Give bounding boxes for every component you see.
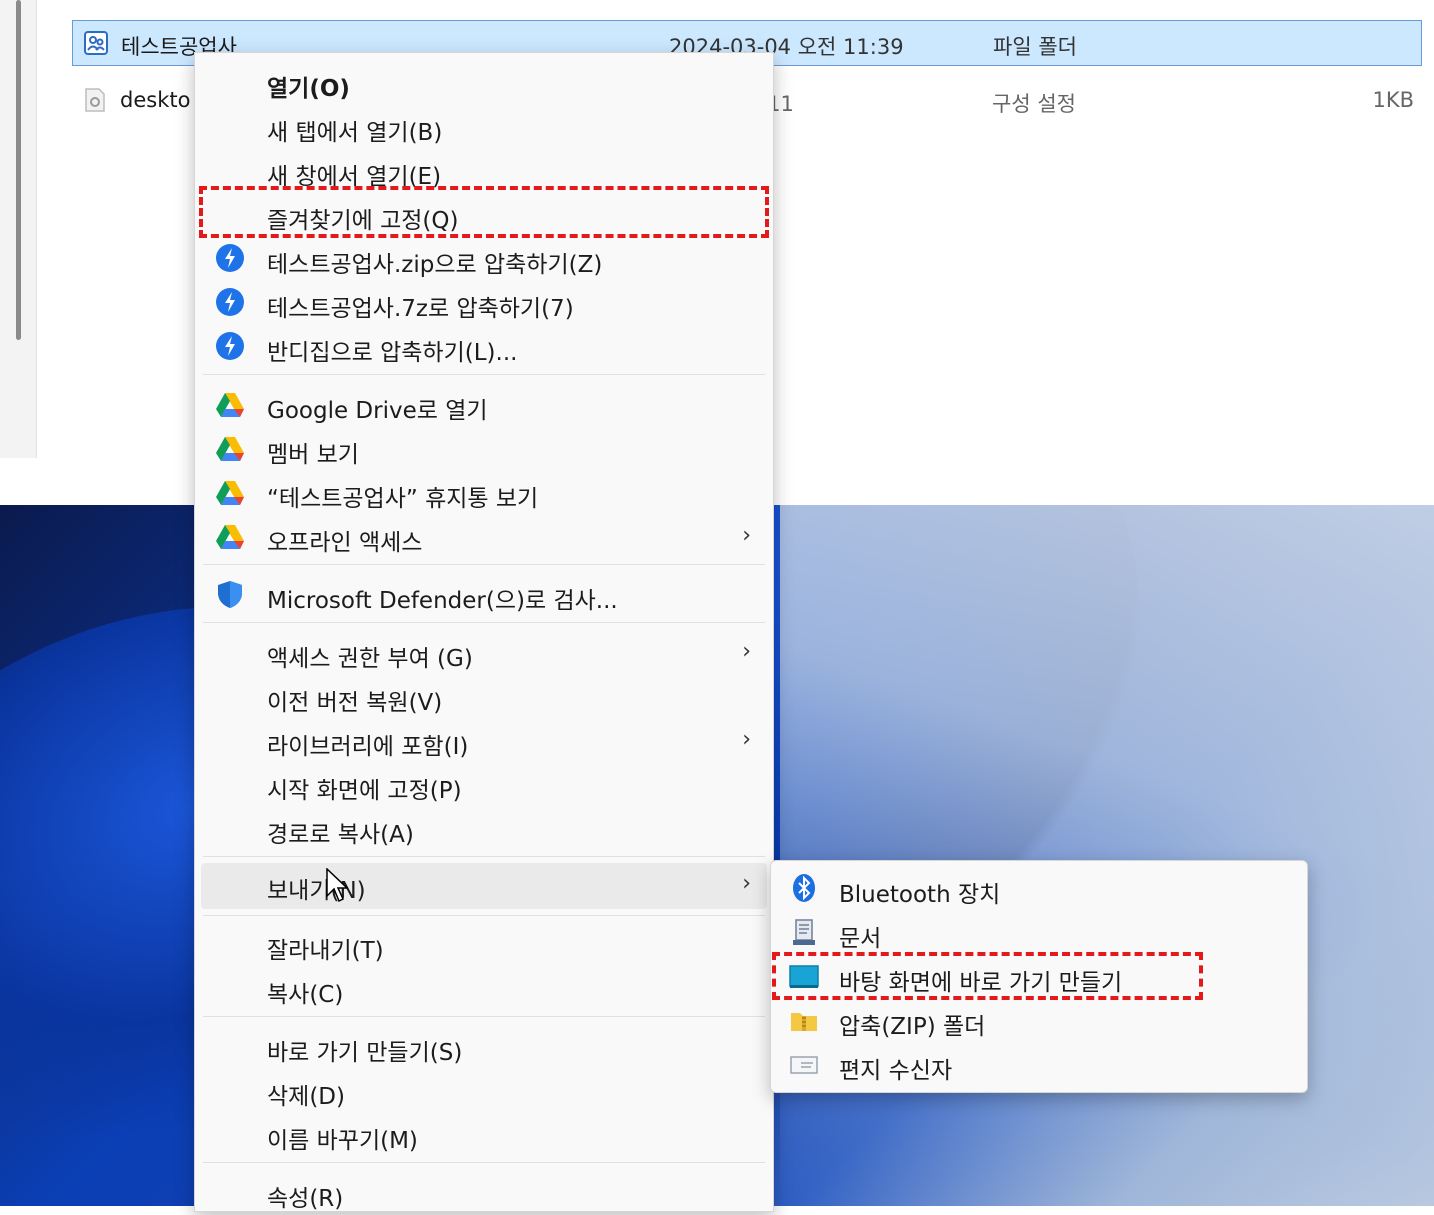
send-to-zip-folder[interactable]: 압축(ZIP) 폴더	[777, 999, 1301, 1043]
menu-item-zip-compress[interactable]: 테스트공업사.zip으로 압축하기(Z)	[201, 237, 767, 281]
menu-item-label: 이름 바꾸기(M)	[267, 1128, 418, 1154]
menu-item-pin-start[interactable]: 시작 화면에 고정(P)	[201, 763, 767, 807]
google-drive-icon	[216, 393, 244, 417]
menu-item-label: 반디집으로 압축하기(L)...	[267, 340, 518, 366]
menu-item-label: 열기(O)	[267, 76, 350, 102]
menu-item-label: 오프라인 액세스	[267, 530, 423, 556]
highlight-box-pin	[199, 186, 769, 238]
google-drive-icon	[216, 525, 244, 549]
menu-item-gdrive-members[interactable]: 멤버 보기	[201, 427, 767, 471]
file-name: deskto	[120, 88, 191, 112]
bluetooth-icon	[793, 874, 815, 902]
menu-item-create-shortcut[interactable]: 바로 가기 만들기(S)	[201, 1025, 767, 1069]
menu-item-7z-compress[interactable]: 테스트공업사.7z로 압축하기(7)	[201, 281, 767, 325]
zip-folder-icon	[791, 1013, 817, 1031]
google-drive-icon	[216, 481, 244, 505]
menu-item-label: 복사(C)	[267, 982, 344, 1008]
file-size: 1KB	[1372, 88, 1414, 112]
menu-separator	[203, 564, 765, 565]
menu-item-open[interactable]: 열기(O)	[201, 61, 767, 105]
submenu-item-label: 편지 수신자	[839, 1058, 953, 1084]
menu-item-label: Google Drive로 열기	[267, 398, 488, 424]
submenu-item-label: Bluetooth 장치	[839, 882, 1001, 908]
menu-item-include-library[interactable]: 라이브러리에 포함(I) ›	[201, 719, 767, 763]
menu-item-properties[interactable]: 속성(R)	[201, 1171, 767, 1215]
menu-item-gdrive-trash[interactable]: “테스트공업사” 휴지통 보기	[201, 471, 767, 515]
menu-item-label: 테스트공업사.7z로 압축하기(7)	[267, 296, 574, 322]
chevron-right-icon: ›	[742, 871, 751, 896]
menu-item-label: 삭제(D)	[267, 1084, 345, 1110]
chevron-right-icon: ›	[742, 727, 751, 752]
google-drive-icon	[216, 437, 244, 461]
menu-item-label: Microsoft Defender(으)로 검사...	[267, 588, 618, 614]
menu-separator	[203, 374, 765, 375]
menu-item-copy-path[interactable]: 경로로 복사(A)	[201, 807, 767, 851]
menu-item-copy[interactable]: 복사(C)	[201, 967, 767, 1011]
menu-separator	[203, 856, 765, 857]
menu-item-label: “테스트공업사” 휴지통 보기	[267, 486, 539, 512]
menu-item-gdrive-offline[interactable]: 오프라인 액세스 ›	[201, 515, 767, 559]
menu-item-open-new-tab[interactable]: 새 탭에서 열기(B)	[201, 105, 767, 149]
mouse-cursor-icon	[326, 868, 348, 903]
bandizip-icon	[216, 288, 244, 316]
menu-item-bandizip-compress[interactable]: 반디집으로 압축하기(L)...	[201, 325, 767, 369]
menu-separator	[203, 622, 765, 623]
mail-icon	[790, 1056, 818, 1074]
menu-item-label: 속성(R)	[267, 1186, 344, 1212]
menu-separator	[203, 1162, 765, 1163]
menu-item-cut[interactable]: 잘라내기(T)	[201, 923, 767, 967]
menu-item-label: 바로 가기 만들기(S)	[267, 1040, 463, 1066]
submenu-item-label: 압축(ZIP) 폴더	[839, 1014, 986, 1040]
navigation-pane	[0, 0, 37, 458]
menu-item-label: 잘라내기(T)	[267, 938, 384, 964]
menu-item-delete[interactable]: 삭제(D)	[201, 1069, 767, 1113]
menu-item-gdrive-open[interactable]: Google Drive로 열기	[201, 383, 767, 427]
menu-item-grant-access[interactable]: 액세스 권한 부여 (G) ›	[201, 631, 767, 675]
menu-item-label: 테스트공업사.zip으로 압축하기(Z)	[267, 252, 603, 278]
menu-item-label: 새 탭에서 열기(B)	[267, 120, 443, 146]
menu-item-restore-previous[interactable]: 이전 버전 복원(V)	[201, 675, 767, 719]
bandizip-icon	[216, 332, 244, 360]
menu-item-label: 액세스 권한 부여 (G)	[267, 646, 473, 672]
menu-item-label: 라이브러리에 포함(I)	[267, 734, 469, 760]
send-to-documents[interactable]: 문서	[777, 911, 1301, 955]
menu-item-label: 멤버 보기	[267, 442, 359, 468]
bandizip-icon	[216, 244, 244, 272]
highlight-box-desktop-shortcut	[772, 952, 1203, 1000]
wallpaper-sheen	[780, 505, 1434, 1206]
menu-separator	[203, 915, 765, 916]
chevron-right-icon: ›	[742, 523, 751, 548]
chevron-right-icon: ›	[742, 639, 751, 664]
defender-shield-icon	[218, 581, 242, 608]
submenu-item-label: 문서	[839, 926, 882, 952]
menu-item-rename[interactable]: 이름 바꾸기(M)	[201, 1113, 767, 1157]
send-to-mail-recipient[interactable]: 편지 수신자	[777, 1043, 1301, 1087]
settings-file-icon	[85, 88, 105, 112]
documents-icon	[793, 919, 815, 945]
send-to-bluetooth[interactable]: Bluetooth 장치	[777, 867, 1301, 911]
menu-item-label: 경로로 복사(A)	[267, 822, 414, 848]
menu-separator	[203, 1016, 765, 1017]
file-type: 파일 폴더	[993, 35, 1077, 59]
navigation-scrollbar[interactable]	[16, 0, 21, 340]
file-type: 구성 설정	[992, 92, 1076, 116]
menu-item-label: 보내기(N)	[267, 878, 366, 904]
menu-item-label: 이전 버전 복원(V)	[267, 690, 443, 716]
menu-item-send-to[interactable]: 보내기(N) ›	[201, 863, 767, 909]
shared-folder-icon	[84, 31, 108, 55]
menu-item-defender-scan[interactable]: Microsoft Defender(으)로 검사...	[201, 573, 767, 617]
menu-item-label: 시작 화면에 고정(P)	[267, 778, 462, 804]
